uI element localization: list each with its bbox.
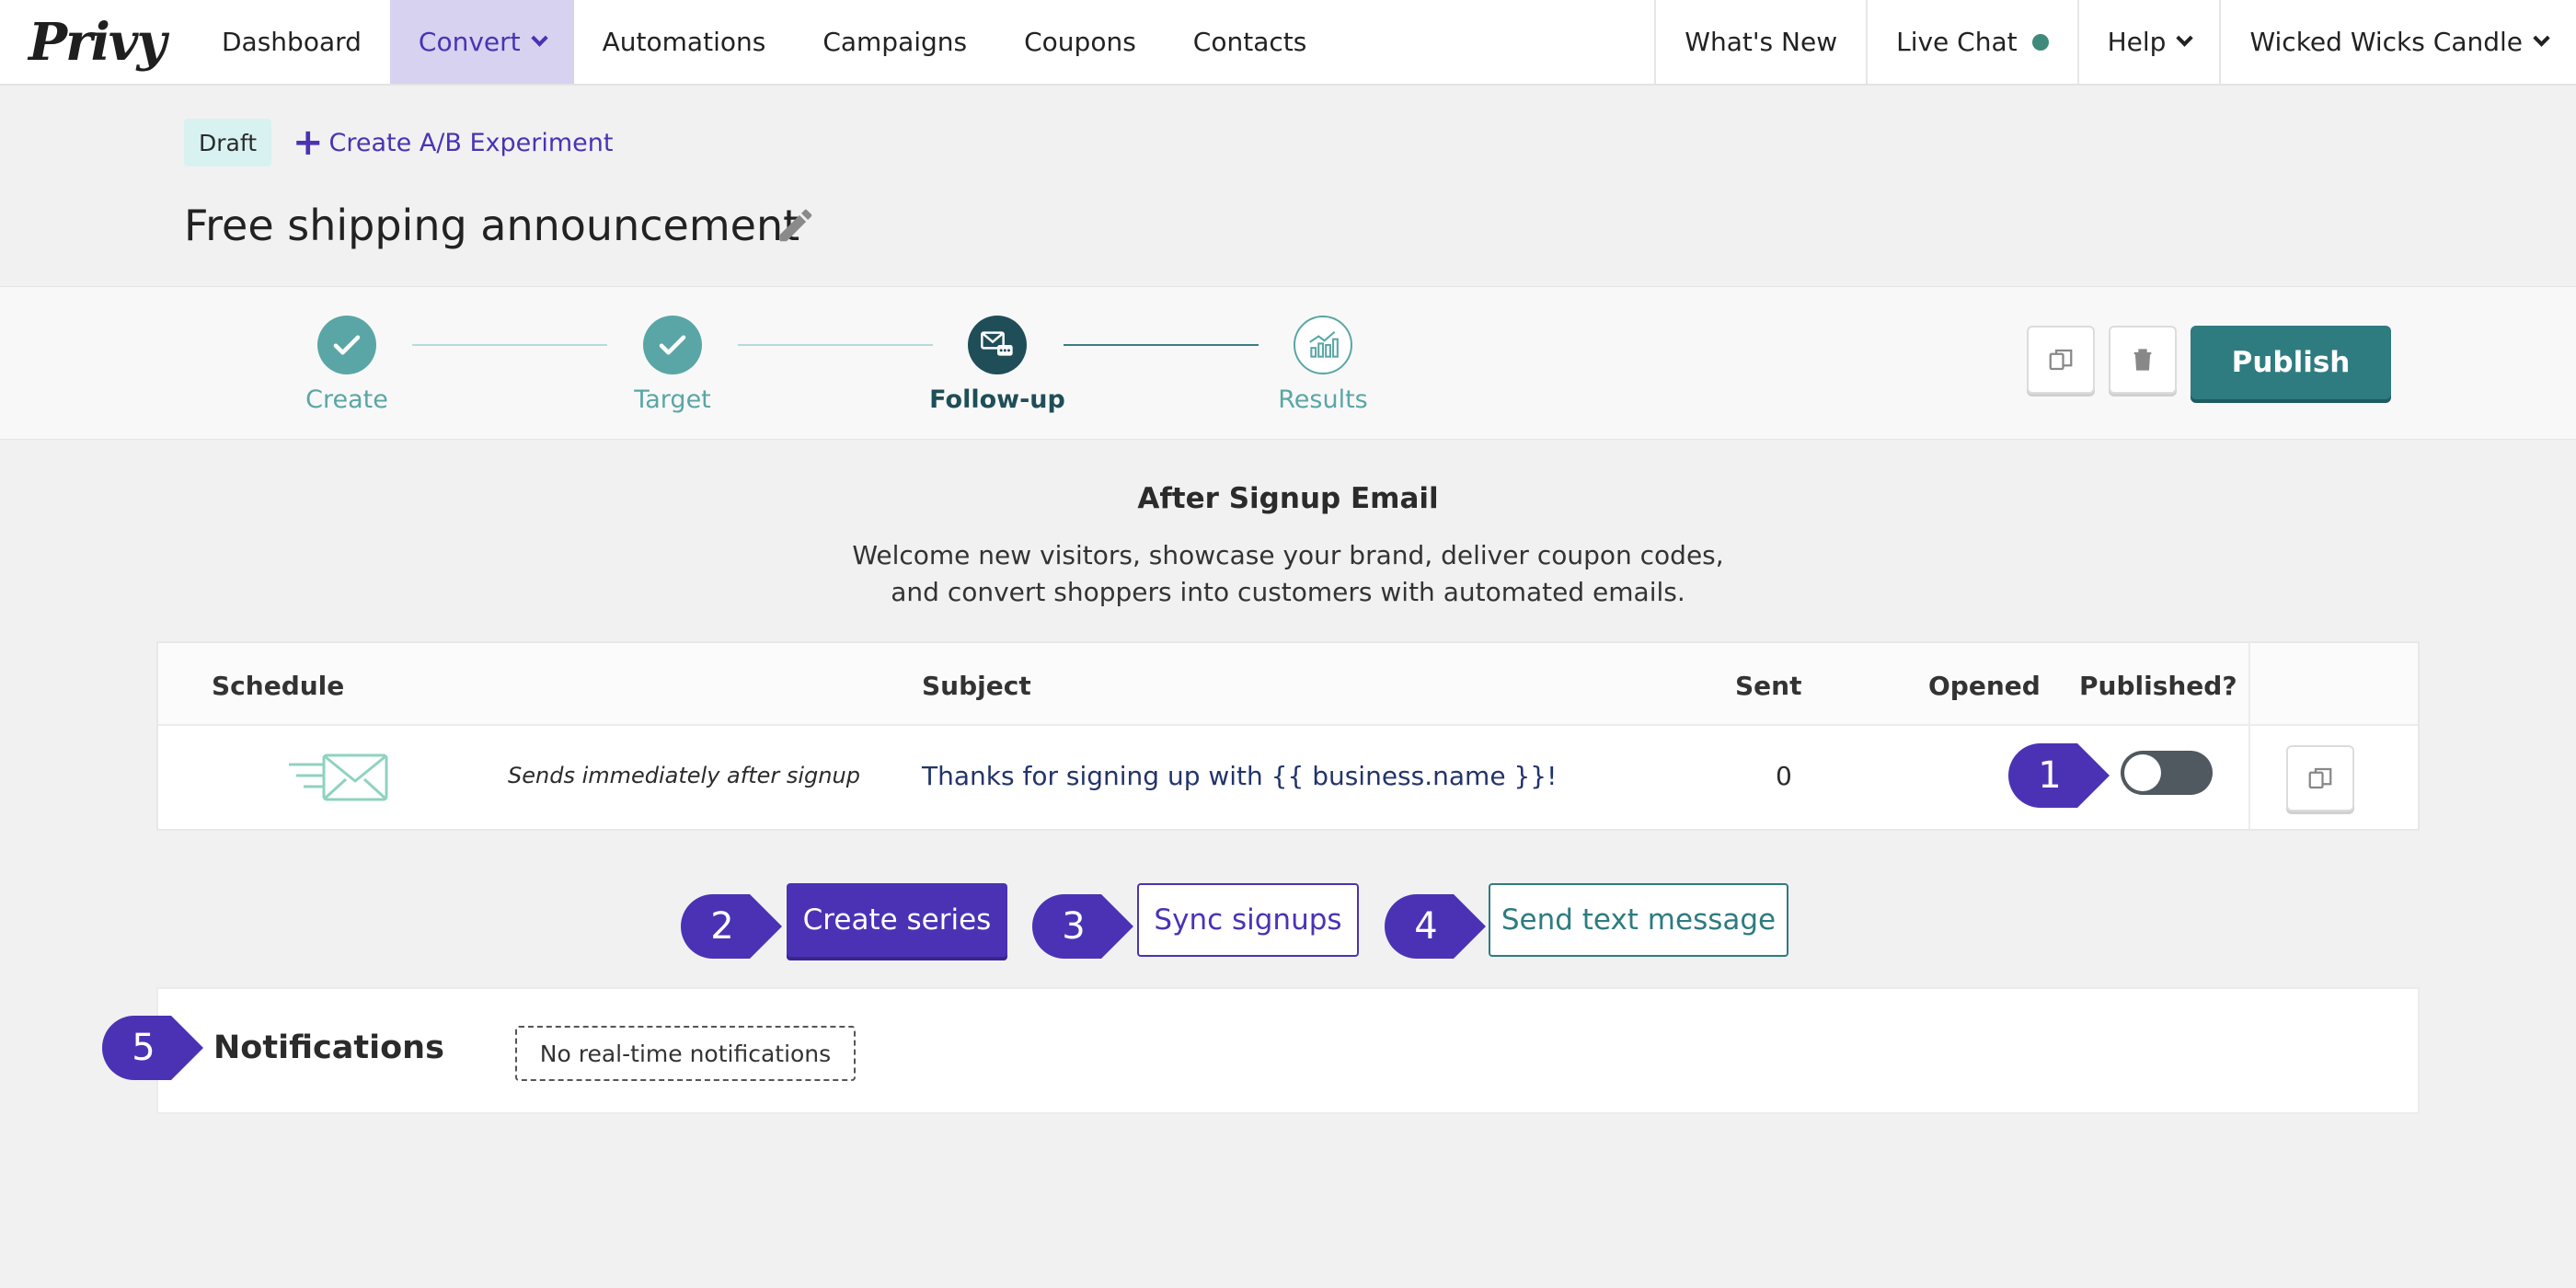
column-divider: [2248, 643, 2250, 829]
step-connector: [1064, 344, 1259, 346]
callout-marker: 5: [102, 1016, 213, 1080]
schedule-text: Sends immediately after signup: [508, 763, 860, 788]
callout-marker: 2: [681, 894, 791, 959]
nav-convert-label: Convert: [418, 27, 521, 57]
notifications-panel: Notifications No real-time notifications: [156, 987, 2420, 1114]
callout-number: 3: [1062, 905, 1086, 948]
check-icon: [643, 316, 702, 374]
email-send-icon: [289, 753, 388, 801]
step-connector: [738, 344, 933, 346]
email-chat-icon: [968, 316, 1027, 374]
header-sent: Sent: [1735, 671, 1802, 701]
chevron-down-icon: [2176, 29, 2194, 47]
section-description: Welcome new visitors, showcase your bran…: [852, 540, 1724, 607]
step-label: Create: [305, 385, 388, 414]
privy-logo[interactable]: Privy: [0, 0, 193, 84]
step-results[interactable]: Results: [1249, 316, 1397, 414]
top-navigation: Privy Dashboard Convert Automations Camp…: [0, 0, 2576, 86]
nav-help[interactable]: Help: [2076, 0, 2220, 84]
email-subject-link[interactable]: Thanks for signing up with {{ business.n…: [922, 761, 1557, 791]
nav-right-group: What's New Live Chat Help Wicked Wicks C…: [1654, 0, 2576, 84]
copy-icon: [2049, 349, 2073, 371]
table-header: Schedule Subject Sent Opened Published?: [158, 643, 2418, 726]
delete-button[interactable]: [2109, 326, 2177, 394]
callout-number: 1: [2038, 754, 2062, 797]
callout-number: 2: [710, 905, 734, 948]
step-create[interactable]: Create: [273, 316, 420, 414]
published-toggle[interactable]: [2121, 751, 2213, 795]
nav-account-label: Wicked Wicks Candle: [2249, 27, 2523, 57]
toggle-knob: [2124, 754, 2161, 791]
online-status-dot: [2031, 33, 2049, 51]
nav-convert[interactable]: Convert: [389, 0, 574, 84]
callout-marker: 1: [2008, 743, 2119, 808]
step-connector: [412, 344, 607, 346]
sent-count: 0: [1776, 761, 1792, 791]
header-schedule: Schedule: [212, 671, 345, 701]
create-series-button[interactable]: Create series: [787, 883, 1007, 957]
create-ab-experiment-link[interactable]: + Create A/B Experiment: [293, 123, 614, 162]
page-title: Free shipping announcement: [184, 201, 800, 250]
section-title: After Signup Email: [1137, 482, 1439, 515]
step-label: Results: [1278, 385, 1368, 414]
nav-live-chat-label: Live Chat: [1896, 27, 2018, 57]
chevron-down-icon: [2533, 29, 2550, 47]
nav-automations[interactable]: Automations: [574, 0, 795, 84]
nav-coupons[interactable]: Coupons: [995, 0, 1165, 84]
header-subject: Subject: [922, 671, 1031, 701]
plus-icon: +: [293, 121, 324, 164]
nav-coupons-label: Coupons: [1024, 27, 1136, 57]
logo-text: Privy: [29, 11, 167, 73]
nav-automations-label: Automations: [602, 27, 766, 57]
step-label: Target: [634, 385, 711, 414]
nav-dashboard-label: Dashboard: [222, 27, 362, 57]
notifications-title: Notifications: [213, 1029, 444, 1066]
bar-chart-icon: [1294, 316, 1352, 374]
nav-campaigns-label: Campaigns: [822, 27, 968, 57]
trash-icon: [2133, 349, 2152, 371]
duplicate-button[interactable]: [2027, 326, 2095, 394]
send-text-message-button[interactable]: Send text message: [1489, 883, 1788, 957]
callout-marker: 4: [1385, 894, 1495, 959]
sync-signups-button[interactable]: Sync signups: [1137, 883, 1359, 957]
callout-marker: 3: [1032, 894, 1143, 959]
nav-whats-new[interactable]: What's New: [1654, 0, 1866, 84]
step-label: Follow-up: [929, 385, 1065, 414]
header-published: Published?: [2079, 671, 2237, 701]
publish-button[interactable]: Publish: [2191, 326, 2391, 399]
copy-icon: [2308, 767, 2332, 789]
nav-help-label: Help: [2107, 27, 2167, 57]
check-icon: [317, 316, 376, 374]
campaign-stepper: Create Target Follow-up Results Publish: [0, 286, 2576, 440]
header-opened: Opened: [1928, 671, 2041, 701]
nav-account[interactable]: Wicked Wicks Candle: [2219, 0, 2576, 84]
step-target[interactable]: Target: [599, 316, 746, 414]
callout-number: 4: [1414, 905, 1438, 948]
status-badge: Draft: [184, 119, 272, 167]
step-follow-up[interactable]: Follow-up: [924, 316, 1071, 414]
nav-contacts[interactable]: Contacts: [1165, 0, 1336, 84]
pencil-icon[interactable]: [775, 204, 817, 247]
nav-live-chat[interactable]: Live Chat: [1866, 0, 2077, 84]
chevron-down-icon: [530, 29, 548, 47]
no-notifications-placeholder: No real-time notifications: [515, 1026, 856, 1081]
duplicate-email-button[interactable]: [2286, 745, 2354, 811]
nav-whats-new-label: What's New: [1685, 27, 1838, 57]
callout-number: 5: [132, 1027, 155, 1069]
ab-link-label: Create A/B Experiment: [328, 128, 614, 157]
nav-dashboard[interactable]: Dashboard: [193, 0, 390, 84]
nav-contacts-label: Contacts: [1192, 27, 1307, 57]
nav-campaigns[interactable]: Campaigns: [794, 0, 995, 84]
